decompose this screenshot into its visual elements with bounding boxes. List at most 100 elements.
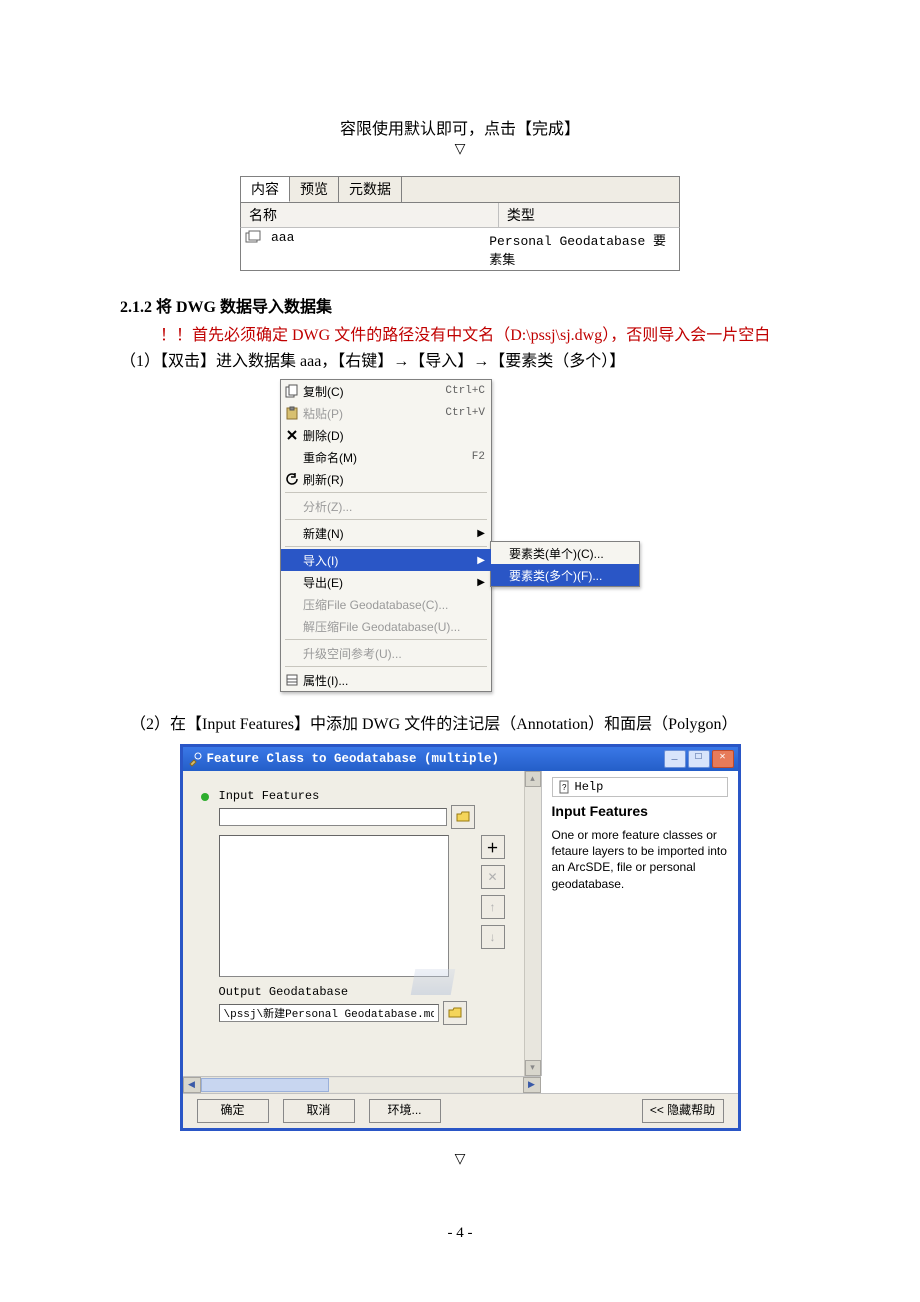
menu-item[interactable]: 刷新(R)	[281, 468, 491, 490]
menu-separator	[285, 666, 487, 667]
table-row[interactable]: aaa Personal Geodatabase 要素集	[240, 228, 680, 271]
table-header: 名称 类型	[240, 203, 680, 228]
help-icon: ?	[559, 780, 571, 794]
help-label: Help	[575, 780, 604, 794]
menu-separator	[285, 639, 487, 640]
feature-class-dialog: Feature Class to Geodatabase (multiple) …	[180, 744, 741, 1131]
minimize-button[interactable]: _	[664, 750, 686, 768]
browse-input-button[interactable]	[451, 805, 475, 829]
import-submenu: 要素类(单个)(C)...要素类(多个)(F)...	[490, 541, 640, 587]
menu-item[interactable]: 导入(I)▶	[281, 549, 491, 571]
close-button[interactable]: ✕	[712, 750, 734, 768]
menu-item[interactable]: 重命名(M)F2	[281, 446, 491, 468]
help-toggle[interactable]: ? Help	[552, 777, 728, 797]
help-body-text: One or more feature classes or fetaure l…	[552, 827, 728, 892]
status-dot-icon	[201, 793, 209, 801]
output-geodatabase-label: Output Geodatabase	[219, 985, 523, 999]
row-type: Personal Geodatabase 要素集	[485, 228, 679, 270]
move-down-button[interactable]: ↓	[481, 925, 505, 949]
scroll-right-button[interactable]: ▶	[523, 1077, 541, 1093]
input-features-label: Input Features	[219, 789, 523, 803]
menu-item-label: 复制(C)	[303, 383, 445, 400]
menu-item-label: 导出(E)	[303, 574, 485, 591]
context-menu-figure: 复制(C)Ctrl+C粘贴(P)Ctrl+V删除(D)重命名(M)F2刷新(R)…	[280, 379, 640, 692]
step-2-text: （2）在【Input Features】中添加 DWG 文件的注记层（Annot…	[130, 710, 800, 734]
tool-icon	[187, 751, 203, 767]
menu-item: 压缩File Geodatabase(C)...	[281, 593, 491, 615]
menu-separator	[285, 546, 487, 547]
menu-item[interactable]: 属性(I)...	[281, 669, 491, 691]
down-arrow-icon: ▽	[120, 141, 800, 158]
feature-dataset-icon	[241, 228, 267, 270]
tab-metadata[interactable]: 元数据	[339, 177, 402, 202]
ok-button[interactable]: 确定	[197, 1099, 269, 1123]
menu-item-label: 导入(I)	[303, 552, 485, 569]
tab-row: 内容 预览 元数据	[240, 176, 680, 203]
menu-shortcut: Ctrl+V	[445, 407, 485, 419]
tool-watermark-icon	[410, 969, 455, 995]
help-heading: Input Features	[552, 803, 728, 819]
menu-item[interactable]: 导出(E)▶	[281, 571, 491, 593]
submenu-arrow-icon: ▶	[477, 555, 485, 566]
menu-item-label: 分析(Z)...	[303, 498, 485, 515]
menu-shortcut: Ctrl+C	[445, 385, 485, 397]
submenu-item[interactable]: 要素类(单个)(C)...	[491, 542, 639, 564]
tab-contents[interactable]: 内容	[241, 177, 290, 202]
input-features-list[interactable]	[219, 835, 449, 977]
dialog-button-bar: 确定 取消 环境... << 隐藏帮助	[183, 1093, 738, 1128]
move-up-button[interactable]: ↑	[481, 895, 505, 919]
catalog-tabs-figure: 内容 预览 元数据 名称 类型 aaa Personal Geodatabase…	[240, 176, 680, 271]
scroll-left-button[interactable]: ◀	[183, 1077, 201, 1093]
scroll-down-button[interactable]: ▾	[525, 1060, 541, 1076]
menu-item-label: 升级空间参考(U)...	[303, 645, 485, 662]
menu-item[interactable]: 新建(N)▶	[281, 522, 491, 544]
scroll-thumb[interactable]	[201, 1078, 330, 1092]
paste-icon	[285, 406, 303, 420]
menu-item: 解压缩File Geodatabase(U)...	[281, 615, 491, 637]
maximize-button[interactable]: □	[688, 750, 710, 768]
scroll-up-button[interactable]: ▴	[525, 771, 541, 787]
dialog-left-panel: ▴ ▾ Input Features ＋ ✕ ↑	[183, 771, 542, 1076]
remove-item-button[interactable]: ✕	[481, 865, 505, 889]
refresh-icon	[285, 472, 303, 486]
menu-item-label: 解压缩File Geodatabase(U)...	[303, 618, 485, 635]
menu-item: 粘贴(P)Ctrl+V	[281, 402, 491, 424]
instruction-line: 容限使用默认即可，点击【完成】	[120, 115, 800, 139]
menu-separator	[285, 492, 487, 493]
output-geodatabase-field[interactable]	[219, 1004, 439, 1022]
environments-button[interactable]: 环境...	[369, 1099, 441, 1123]
menu-shortcut: F2	[472, 451, 485, 463]
warning-note: ！！首先必须确定 DWG 文件的路径没有中文名（D:\pssj\sj.dwg），…	[160, 321, 800, 345]
menu-item[interactable]: 复制(C)Ctrl+C	[281, 380, 491, 402]
dialog-help-panel: ? Help Input Features One or more featur…	[542, 771, 738, 1076]
menu-item: 分析(Z)...	[281, 495, 491, 517]
col-header-type: 类型	[498, 203, 679, 227]
horizontal-scrollbar[interactable]: ◀ ▶	[183, 1076, 541, 1093]
input-features-field[interactable]	[219, 808, 447, 826]
submenu-arrow-icon: ▶	[477, 528, 485, 539]
hide-help-button[interactable]: << 隐藏帮助	[642, 1099, 724, 1123]
row-name: aaa	[267, 228, 485, 270]
submenu-arrow-icon: ▶	[477, 577, 485, 588]
menu-item[interactable]: 删除(D)	[281, 424, 491, 446]
browse-output-button[interactable]	[443, 1001, 467, 1025]
menu-item-label: 压缩File Geodatabase(C)...	[303, 596, 485, 613]
dialog-titlebar: Feature Class to Geodatabase (multiple) …	[183, 747, 738, 771]
delete-icon	[285, 428, 303, 442]
down-arrow-icon: ▽	[120, 1151, 800, 1168]
submenu-item[interactable]: 要素类(多个)(F)...	[491, 564, 639, 586]
cancel-button[interactable]: 取消	[283, 1099, 355, 1123]
context-menu: 复制(C)Ctrl+C粘贴(P)Ctrl+V删除(D)重命名(M)F2刷新(R)…	[280, 379, 492, 692]
menu-item-label: 刷新(R)	[303, 471, 485, 488]
menu-item-label: 新建(N)	[303, 525, 485, 542]
menu-item-label: 属性(I)...	[303, 672, 485, 689]
menu-separator	[285, 519, 487, 520]
svg-text:?: ?	[562, 783, 567, 792]
dialog-title: Feature Class to Geodatabase (multiple)	[207, 752, 664, 766]
menu-item-label: 粘贴(P)	[303, 405, 445, 422]
menu-item: 升级空间参考(U)...	[281, 642, 491, 664]
step-1-text: （1）【双击】进入数据集 aaa，【右键】→【导入】→【要素类（多个）】	[120, 347, 800, 371]
col-header-name: 名称	[241, 203, 498, 227]
tab-preview[interactable]: 预览	[290, 177, 339, 202]
add-item-button[interactable]: ＋	[481, 835, 505, 859]
